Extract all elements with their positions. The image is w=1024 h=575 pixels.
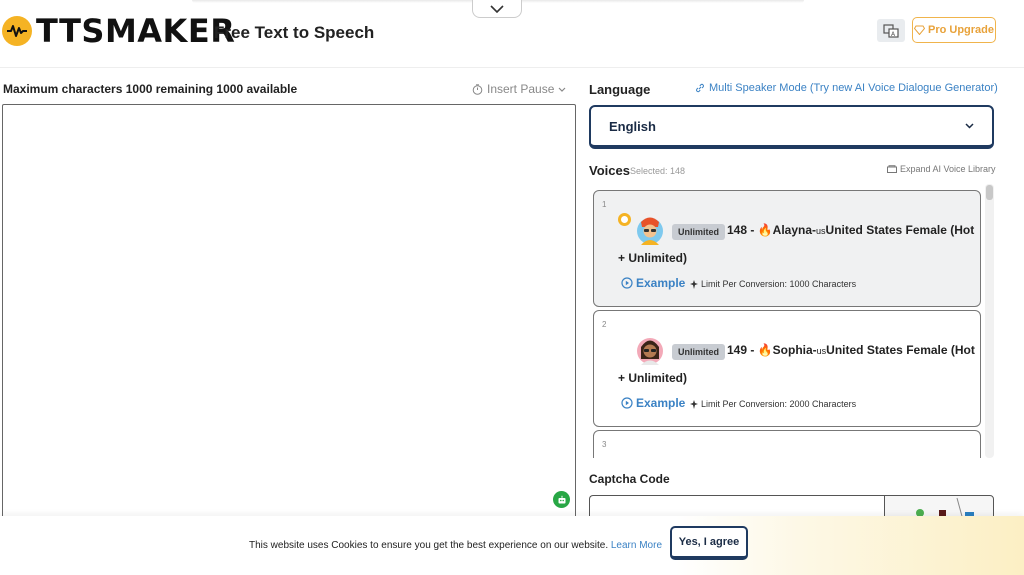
page-tagline: Free Text to Speech	[214, 23, 375, 42]
voice-avatar	[637, 217, 663, 245]
conversion-limit: Limit Per Conversion: 2000 Characters	[690, 399, 856, 409]
example-label: Example	[636, 396, 686, 410]
fire-icon: 🔥	[757, 343, 773, 357]
voice-card[interactable]: 3	[593, 430, 981, 458]
example-play-button[interactable]: Example	[621, 276, 685, 290]
country-flag: us	[816, 346, 827, 356]
voices-label: Voices	[589, 163, 630, 178]
voice-avatar	[637, 338, 663, 365]
voices-selected-count: Selected: 148	[630, 166, 686, 176]
country-flag: us	[816, 226, 826, 236]
language-selected-value: English	[609, 118, 656, 134]
voice-radio-selected[interactable]	[618, 213, 631, 226]
pro-upgrade-button[interactable]: Pro Upgrade	[912, 17, 996, 43]
conversion-limit: Limit Per Conversion: 1000 Characters	[690, 279, 856, 289]
robot-icon[interactable]	[553, 491, 570, 508]
logo-text: TTSMAKER	[36, 12, 236, 50]
voice-card[interactable]: 1 Unlimited 148 - 🔥Alayna-usUnited State…	[593, 190, 981, 307]
translate-button[interactable]: A	[877, 19, 905, 42]
voice-title: 148 - 🔥Alayna-usUnited States Female (Ho…	[727, 223, 975, 237]
language-label: Language	[589, 82, 651, 97]
translate-icon: A	[883, 23, 899, 38]
insert-pause-label: Insert Pause	[487, 82, 555, 96]
expand-voice-library-label: Expand AI Voice Library	[900, 164, 996, 174]
chevron-down-icon	[558, 87, 566, 92]
cookie-agree-button[interactable]: Yes, I agree	[670, 526, 748, 560]
voice-list-scroll-thumb[interactable]	[986, 185, 993, 200]
language-select[interactable]: English	[589, 105, 994, 149]
insert-pause-button[interactable]: Insert Pause	[472, 82, 566, 96]
voice-title-continued: + Unlimited)	[618, 251, 688, 265]
voice-card[interactable]: 2 Unlimited 149 - 🔥Sophia-usUnited State…	[593, 310, 981, 427]
text-input-area[interactable]	[2, 104, 576, 524]
pro-upgrade-label: Pro Upgrade	[927, 24, 994, 36]
timer-icon	[472, 83, 483, 95]
link-icon	[696, 83, 704, 93]
voice-number: 3	[602, 440, 607, 449]
voice-title: 149 - 🔥Sophia-usUnited States Female (Ho…	[727, 343, 975, 357]
unlimited-badge: Unlimited	[672, 344, 726, 360]
voice-title-continued: + Unlimited)	[618, 371, 688, 385]
chevron-down-icon	[965, 123, 974, 129]
sparkle-icon	[690, 399, 698, 409]
expand-voice-library-button[interactable]: Expand AI Voice Library	[887, 164, 996, 174]
unlimited-badge: Unlimited	[672, 224, 726, 240]
voice-number: 2	[602, 320, 607, 329]
char-count-info: Maximum characters 1000 remaining 1000 a…	[3, 82, 298, 96]
multi-speaker-link[interactable]: Multi Speaker Mode (Try new AI Voice Dia…	[695, 82, 998, 94]
multi-speaker-label: Multi Speaker Mode (Try new AI Voice Dia…	[709, 82, 998, 94]
diamond-icon	[913, 25, 925, 35]
logo[interactable]: TTSMAKER	[2, 12, 235, 50]
fire-icon: 🔥	[757, 223, 773, 237]
example-play-button[interactable]: Example	[621, 396, 685, 410]
learn-more-link[interactable]: Learn More	[611, 540, 662, 551]
play-circle-icon	[621, 277, 633, 289]
captcha-label: Captcha Code	[589, 472, 670, 486]
example-label: Example	[636, 276, 686, 290]
logo-waveform-icon	[2, 16, 32, 46]
play-circle-icon	[621, 397, 633, 409]
voice-number: 1	[602, 200, 607, 209]
voice-list-scrollbar[interactable]	[985, 184, 994, 458]
sparkle-icon	[690, 279, 698, 289]
site-header: TTSMAKER Free Text to Speech A Pro Upgra…	[0, 0, 1024, 68]
cookie-message: This website uses Cookies to ensure you …	[249, 540, 663, 551]
voice-list[interactable]: 1 Unlimited 148 - 🔥Alayna-usUnited State…	[589, 184, 994, 458]
library-icon	[887, 165, 897, 173]
